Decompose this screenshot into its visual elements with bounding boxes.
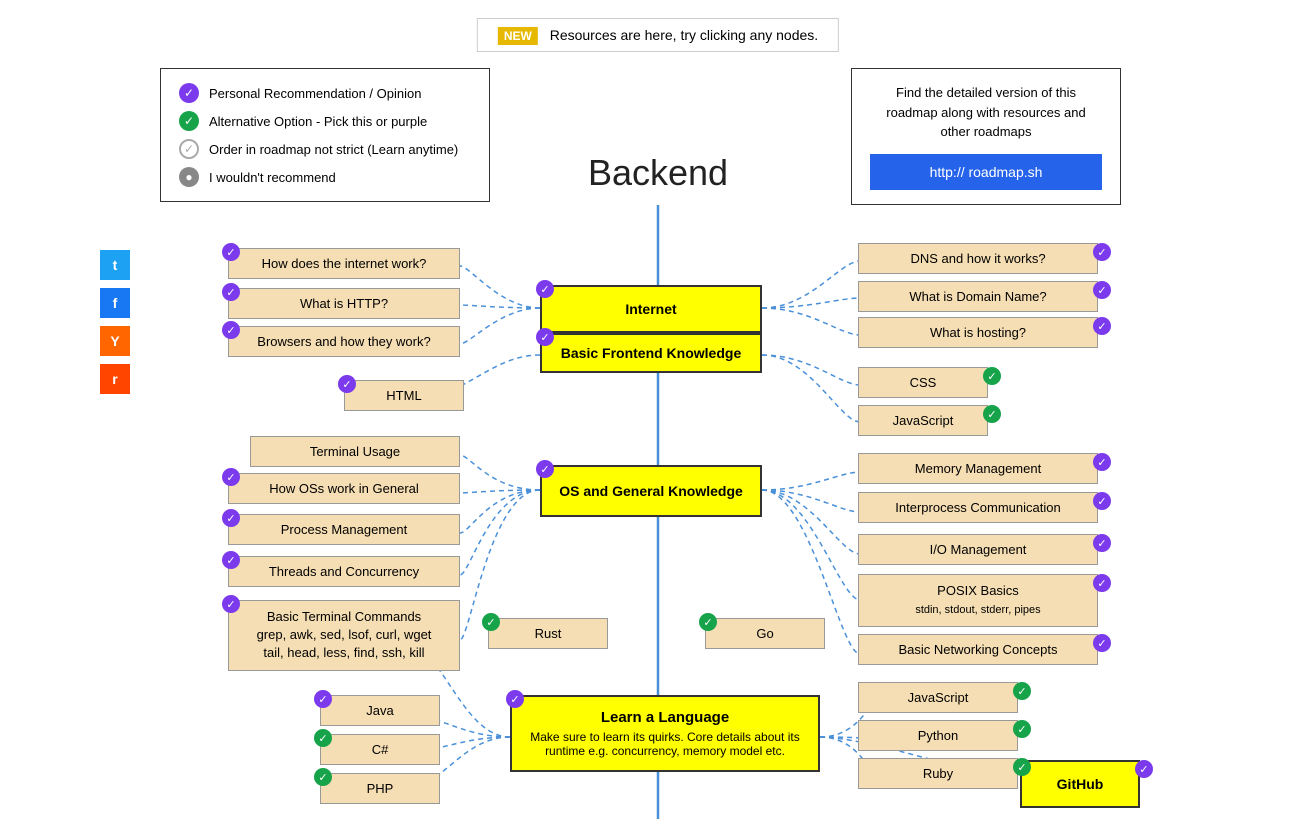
check-basic-frontend: ✓ <box>536 328 554 346</box>
info-box: Find the detailed version of this roadma… <box>851 68 1121 205</box>
check-posix: ✓ <box>1093 574 1111 592</box>
legend-label-2: Alternative Option - Pick this or purple <box>209 114 427 129</box>
check-go: ✓ <box>699 613 717 631</box>
node-ipc[interactable]: Interprocess Communication <box>858 492 1098 523</box>
info-box-text: Find the detailed version of this roadma… <box>870 83 1102 142</box>
new-badge: NEW <box>498 27 538 45</box>
node-html[interactable]: HTML <box>344 380 464 411</box>
legend-item-3: ✓ Order in roadmap not strict (Learn any… <box>179 139 471 159</box>
check-threads: ✓ <box>222 551 240 569</box>
legend-label-4: I wouldn't recommend <box>209 170 336 185</box>
node-php[interactable]: PHP <box>320 773 440 804</box>
check-css: ✓ <box>983 367 1001 385</box>
check-networking: ✓ <box>1093 634 1111 652</box>
learn-language-title: Learn a Language <box>524 709 806 726</box>
check-dns: ✓ <box>1093 243 1111 261</box>
legend-icon-gray: ● <box>179 167 199 187</box>
node-learn-language[interactable]: Learn a Language Make sure to learn its … <box>510 695 820 772</box>
node-how-internet[interactable]: How does the internet work? <box>228 248 460 279</box>
page-title: Backend <box>588 152 728 194</box>
check-how-os: ✓ <box>222 468 240 486</box>
check-ruby: ✓ <box>1013 758 1031 776</box>
node-how-os[interactable]: How OSs work in General <box>228 473 460 504</box>
legend-item-4: ● I wouldn't recommend <box>179 167 471 187</box>
node-http[interactable]: What is HTTP? <box>228 288 460 319</box>
node-csharp[interactable]: C# <box>320 734 440 765</box>
social-bar: t f Y r <box>100 250 130 394</box>
twitter-icon[interactable]: t <box>100 250 130 280</box>
check-internet: ✓ <box>536 280 554 298</box>
node-java[interactable]: Java <box>320 695 440 726</box>
check-github: ✓ <box>1135 760 1153 778</box>
node-terminal[interactable]: Terminal Usage <box>250 436 460 467</box>
reddit-icon[interactable]: r <box>100 364 130 394</box>
node-css[interactable]: CSS <box>858 367 988 398</box>
node-js-frontend[interactable]: JavaScript <box>858 405 988 436</box>
check-js-lang: ✓ <box>1013 682 1031 700</box>
legend-item-1: ✓ Personal Recommendation / Opinion <box>179 83 471 103</box>
node-io[interactable]: I/O Management <box>858 534 1098 565</box>
node-browsers[interactable]: Browsers and how they work? <box>228 326 460 357</box>
legend-label-1: Personal Recommendation / Opinion <box>209 86 421 101</box>
check-os-general: ✓ <box>536 460 554 478</box>
check-php: ✓ <box>314 768 332 786</box>
banner-text: Resources are here, try clicking any nod… <box>550 27 818 43</box>
facebook-icon[interactable]: f <box>100 288 130 318</box>
roadmap-link[interactable]: http:// roadmap.sh <box>870 154 1102 190</box>
node-ruby[interactable]: Ruby <box>858 758 1018 789</box>
node-threads[interactable]: Threads and Concurrency <box>228 556 460 587</box>
check-ipc: ✓ <box>1093 492 1111 510</box>
check-domain: ✓ <box>1093 281 1111 299</box>
new-banner: NEW Resources are here, try clicking any… <box>477 18 839 52</box>
node-internet[interactable]: Internet <box>540 285 762 333</box>
legend-icon-green: ✓ <box>179 111 199 131</box>
check-learn-language: ✓ <box>506 690 524 708</box>
check-process-mgmt: ✓ <box>222 509 240 527</box>
node-basic-frontend[interactable]: Basic Frontend Knowledge <box>540 333 762 373</box>
node-domain[interactable]: What is Domain Name? <box>858 281 1098 312</box>
legend-icon-gray-outline: ✓ <box>179 139 199 159</box>
node-process-mgmt[interactable]: Process Management <box>228 514 460 545</box>
node-networking[interactable]: Basic Networking Concepts <box>858 634 1098 665</box>
legend-box: ✓ Personal Recommendation / Opinion ✓ Al… <box>160 68 490 202</box>
check-java: ✓ <box>314 690 332 708</box>
node-hosting[interactable]: What is hosting? <box>858 317 1098 348</box>
node-python[interactable]: Python <box>858 720 1018 751</box>
check-http: ✓ <box>222 283 240 301</box>
legend-label-3: Order in roadmap not strict (Learn anyti… <box>209 142 458 157</box>
node-posix[interactable]: POSIX Basicsstdin, stdout, stderr, pipes <box>858 574 1098 627</box>
check-memory: ✓ <box>1093 453 1111 471</box>
hackernews-icon[interactable]: Y <box>100 326 130 356</box>
check-csharp: ✓ <box>314 729 332 747</box>
legend-item-2: ✓ Alternative Option - Pick this or purp… <box>179 111 471 131</box>
check-python: ✓ <box>1013 720 1031 738</box>
check-hosting: ✓ <box>1093 317 1111 335</box>
check-js-frontend: ✓ <box>983 405 1001 423</box>
node-terminal-cmds[interactable]: Basic Terminal Commandsgrep, awk, sed, l… <box>228 600 460 671</box>
node-memory[interactable]: Memory Management <box>858 453 1098 484</box>
check-terminal-cmds: ✓ <box>222 595 240 613</box>
check-how-internet: ✓ <box>222 243 240 261</box>
check-html: ✓ <box>338 375 356 393</box>
learn-language-subtitle: Make sure to learn its quirks. Core deta… <box>524 730 806 758</box>
check-io: ✓ <box>1093 534 1111 552</box>
check-browsers: ✓ <box>222 321 240 339</box>
node-dns[interactable]: DNS and how it works? <box>858 243 1098 274</box>
node-rust[interactable]: Rust <box>488 618 608 649</box>
node-go[interactable]: Go <box>705 618 825 649</box>
node-os-general[interactable]: OS and General Knowledge <box>540 465 762 517</box>
node-js-lang[interactable]: JavaScript <box>858 682 1018 713</box>
check-rust: ✓ <box>482 613 500 631</box>
legend-icon-purple: ✓ <box>179 83 199 103</box>
node-github[interactable]: GitHub <box>1020 760 1140 808</box>
